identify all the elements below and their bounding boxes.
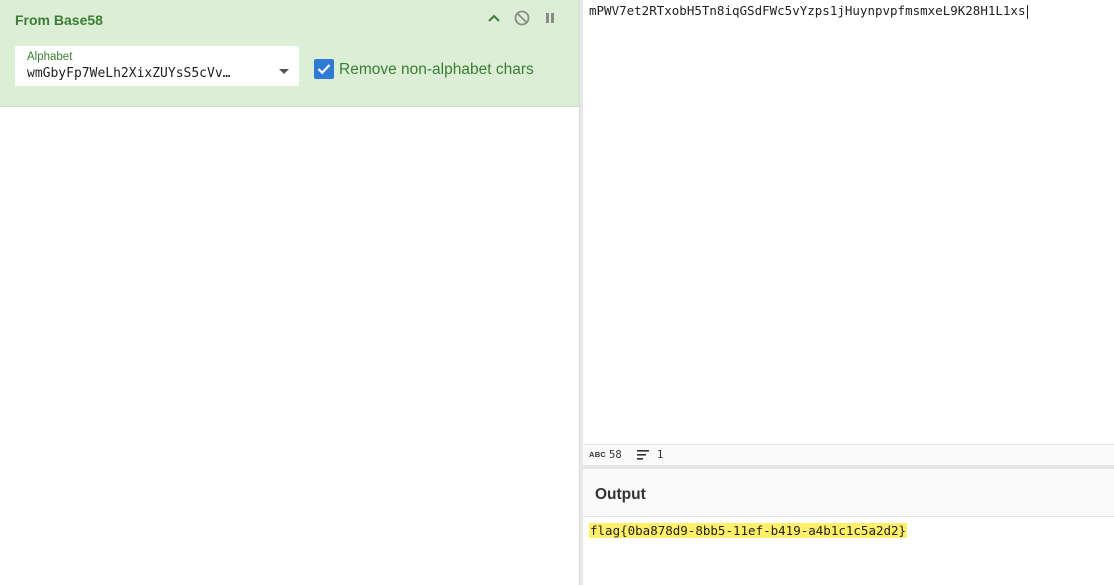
pause-icon[interactable] bbox=[540, 8, 560, 28]
output-text[interactable]: flag{0ba878d9-8bb5-11ef-b419-a4b1c1c5a2d… bbox=[589, 523, 908, 538]
operation-title: From Base58 bbox=[15, 12, 103, 28]
input-length: 58 bbox=[609, 449, 622, 461]
resize-grip-icon[interactable] bbox=[1051, 465, 1083, 478]
output-pane[interactable]: flag{0ba878d9-8bb5-11ef-b419-a4b1c1c5a2d… bbox=[583, 517, 1114, 585]
alphabet-value: wmGbyFp7WeLh2XixZUYsS5cVv… bbox=[27, 66, 231, 81]
output-header: Output bbox=[583, 469, 1114, 517]
alphabet-label: Alphabet bbox=[27, 51, 73, 63]
output-title: Output bbox=[595, 486, 646, 503]
chevron-up-icon[interactable] bbox=[484, 8, 504, 28]
text-caret bbox=[1026, 4, 1028, 19]
input-pane[interactable]: mPWV7et2RTxobH5Tn8iqGSdFWc5vYzps1jHuynpv… bbox=[583, 0, 1114, 444]
remove-nonalphabet-checkbox[interactable] bbox=[314, 59, 334, 79]
checkmark-icon bbox=[317, 64, 331, 75]
remove-nonalphabet-label[interactable]: Remove non-alphabet chars bbox=[339, 61, 534, 79]
alphabet-select[interactable]: Alphabet wmGbyFp7WeLh2XixZUYsS5cVv… bbox=[15, 46, 299, 86]
disable-icon[interactable] bbox=[512, 8, 532, 28]
operation-from-base58: From Base58 Alphabet wmGbyFp7WeLh2XixZUY… bbox=[0, 0, 579, 107]
input-textarea[interactable]: mPWV7et2RTxobH5Tn8iqGSdFWc5vYzps1jHuynpv… bbox=[589, 3, 1028, 19]
length-icon: ABC bbox=[589, 450, 607, 459]
caret-down-icon[interactable] bbox=[279, 62, 289, 74]
input-status-bar: ABC 58 1 bbox=[583, 444, 1114, 465]
lines-icon bbox=[637, 450, 649, 460]
input-text: mPWV7et2RTxobH5Tn8iqGSdFWc5vYzps1jHuynpv… bbox=[589, 3, 1026, 18]
input-lines: 1 bbox=[657, 449, 664, 461]
recipe-pane: From Base58 Alphabet wmGbyFp7WeLh2XixZUY… bbox=[0, 0, 579, 585]
